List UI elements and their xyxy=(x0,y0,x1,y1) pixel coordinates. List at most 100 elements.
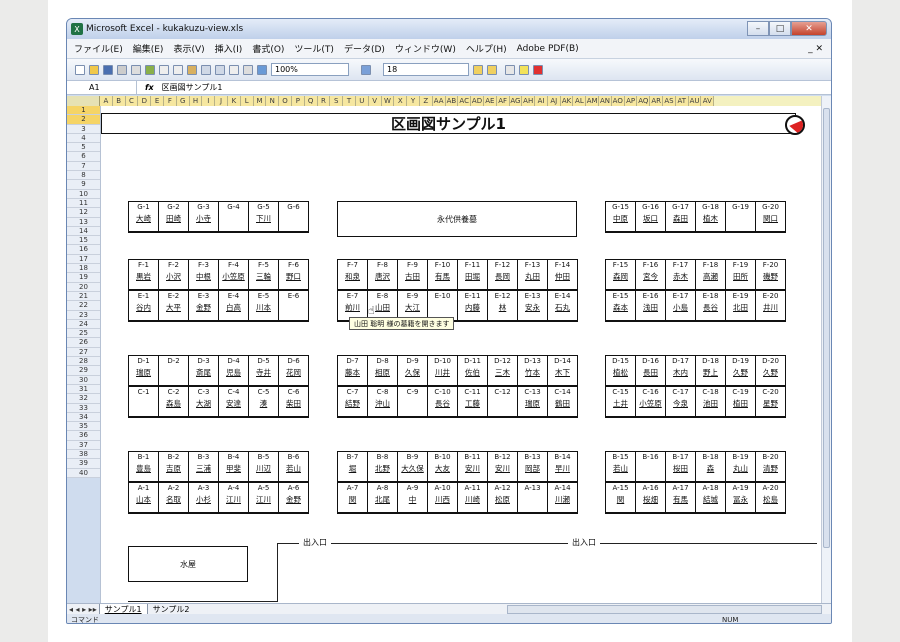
plot-cell[interactable]: G-19 xyxy=(726,202,756,232)
worksheet[interactable]: 区画図サンプル1 永代供養墓 水屋 出入口 出入口 G-1 大崎 G-2 田崎 G-3 小… xyxy=(100,106,821,603)
plot-owner-link[interactable]: 黒岩 xyxy=(136,271,151,282)
tab-sample1[interactable]: サンプル1 xyxy=(98,603,147,615)
plot-owner-link[interactable]: 北野 xyxy=(375,463,390,474)
row-header[interactable]: 32 xyxy=(67,394,100,404)
column-header[interactable]: AN xyxy=(599,96,612,106)
plot-cell[interactable]: E-20 井川 xyxy=(756,291,786,321)
row-header[interactable]: 36 xyxy=(67,431,100,441)
plot-cell[interactable]: G-6 xyxy=(279,202,309,232)
plot-owner-link[interactable]: 高瀬 xyxy=(703,271,718,282)
plot-cell[interactable]: D-4 児島 xyxy=(219,356,249,386)
plot-owner-link[interactable]: 藤本 xyxy=(345,367,360,378)
plot-owner-link[interactable]: 豊島 xyxy=(136,463,151,474)
plot-cell[interactable]: G-3 小寺 xyxy=(189,202,219,232)
plot-cell[interactable]: C-19 植田 xyxy=(726,387,756,417)
menu-file[interactable]: ファイル(E) xyxy=(69,42,128,55)
plot-owner-link[interactable]: 野口 xyxy=(286,271,301,282)
spelling-icon[interactable] xyxy=(145,64,155,75)
plot-owner-link[interactable]: 川瀬 xyxy=(555,494,570,505)
plot-cell[interactable]: D-7 藤本 xyxy=(338,356,368,386)
plot-cell[interactable]: D-10 川井 xyxy=(428,356,458,386)
plot-cell[interactable]: D-2 xyxy=(159,356,189,386)
plot-owner-link[interactable]: 内藤 xyxy=(465,302,480,313)
plot-cell[interactable]: G-20 関口 xyxy=(756,202,786,232)
plot-owner-link[interactable]: 清野 xyxy=(763,463,778,474)
menu-insert[interactable]: 挿入(I) xyxy=(210,42,248,55)
plot-cell[interactable]: C-1 xyxy=(129,387,159,417)
plot-owner-link[interactable]: 中根 xyxy=(196,271,211,282)
chart-icon[interactable] xyxy=(257,64,267,75)
column-header[interactable]: L xyxy=(240,96,254,106)
column-header[interactable]: AS xyxy=(663,96,676,106)
bold-icon[interactable] xyxy=(473,64,483,75)
plot-owner-link[interactable]: 堀 xyxy=(349,463,357,474)
row-header[interactable]: 4 xyxy=(67,134,100,144)
plot-cell[interactable]: C-3 大湖 xyxy=(189,387,219,417)
row-header[interactable]: 37 xyxy=(67,441,100,450)
row-header[interactable]: 3 xyxy=(67,125,100,134)
plot-cell[interactable]: F-9 古田 xyxy=(398,260,428,290)
redo-icon[interactable] xyxy=(215,64,225,75)
plot-cell[interactable]: B-7 堀 xyxy=(338,452,368,482)
plot-cell[interactable]: B-16 xyxy=(636,452,666,482)
plot-cell[interactable]: A-18 結城 xyxy=(696,483,726,513)
plot-owner-link[interactable]: 名取 xyxy=(166,494,181,505)
column-header[interactable]: AU xyxy=(688,96,702,106)
plot-owner-link[interactable]: 植木 xyxy=(703,213,718,224)
plot-owner-link[interactable]: 児島 xyxy=(226,367,241,378)
plot-cell[interactable]: B-17 桜田 xyxy=(666,452,696,482)
plot-cell[interactable]: C-18 池田 xyxy=(696,387,726,417)
plot-cell[interactable]: F-16 宮今 xyxy=(636,260,666,290)
plot-cell[interactable]: A-7 関 xyxy=(338,483,368,513)
plot-owner-link[interactable]: 安達 xyxy=(226,398,241,409)
row-header[interactable]: 19 xyxy=(67,273,100,283)
plot-owner-link[interactable]: 長田 xyxy=(643,367,658,378)
column-header[interactable]: R xyxy=(317,96,331,106)
plot-cell[interactable]: B-10 大友 xyxy=(428,452,458,482)
plot-cell[interactable]: E-11 内藤 xyxy=(458,291,488,321)
plot-cell[interactable]: B-14 早川 xyxy=(548,452,578,482)
plot-cell[interactable]: F-20 磯野 xyxy=(756,260,786,290)
plot-cell[interactable]: A-14 川瀬 xyxy=(548,483,578,513)
row-header[interactable]: 9 xyxy=(67,180,100,190)
plot-cell[interactable]: F-19 田所 xyxy=(726,260,756,290)
plot-cell[interactable]: F-13 丸田 xyxy=(518,260,548,290)
plot-owner-link[interactable]: 金野 xyxy=(196,302,211,313)
plot-cell[interactable]: E-6 xyxy=(279,291,309,321)
plot-cell[interactable]: F-8 唐沢 xyxy=(368,260,398,290)
plot-cell[interactable]: C-9 xyxy=(398,387,428,417)
column-header[interactable]: X xyxy=(394,96,408,106)
plot-cell[interactable]: G-2 田崎 xyxy=(159,202,189,232)
plot-cell[interactable]: D-3 斎尾 xyxy=(189,356,219,386)
plot-owner-link[interactable]: 大湖 xyxy=(196,398,211,409)
plot-cell[interactable]: E-18 長谷 xyxy=(696,291,726,321)
scroll-thumb[interactable] xyxy=(823,108,830,548)
plot-owner-link[interactable]: 柴田 xyxy=(286,398,301,409)
plot-cell[interactable]: B-18 森 xyxy=(696,452,726,482)
row-header[interactable]: 15 xyxy=(67,236,100,246)
plot-owner-link[interactable]: 仲田 xyxy=(555,271,570,282)
plot-cell[interactable]: E-19 北田 xyxy=(726,291,756,321)
row-header[interactable]: 33 xyxy=(67,404,100,413)
column-header[interactable]: AL xyxy=(573,96,587,106)
menu-view[interactable]: 表示(V) xyxy=(168,42,209,55)
plot-owner-link[interactable]: 結野 xyxy=(345,398,360,409)
plot-cell[interactable]: E-16 浅田 xyxy=(636,291,666,321)
plot-owner-link[interactable]: 和泉 xyxy=(345,271,360,282)
plot-cell[interactable]: A-17 有馬 xyxy=(666,483,696,513)
plot-cell[interactable]: B-2 吉原 xyxy=(159,452,189,482)
plot-owner-link[interactable]: 安永 xyxy=(525,302,540,313)
plot-owner-link[interactable]: 中 xyxy=(409,494,417,505)
plot-cell[interactable]: F-6 野口 xyxy=(279,260,309,290)
column-header[interactable]: AE xyxy=(483,96,497,106)
plot-cell[interactable]: B-15 若山 xyxy=(606,452,636,482)
row-header[interactable]: 26 xyxy=(67,338,100,348)
column-header[interactable]: AK xyxy=(560,96,574,106)
plot-cell[interactable]: F-5 三輪 xyxy=(249,260,279,290)
plot-owner-link[interactable]: 大久保 xyxy=(401,463,424,474)
plot-cell[interactable]: D-15 植松 xyxy=(606,356,636,386)
column-header[interactable]: AJ xyxy=(547,96,561,106)
plot-owner-link[interactable]: 三木 xyxy=(495,367,510,378)
plot-cell[interactable]: C-7 結野 xyxy=(338,387,368,417)
plot-cell[interactable]: E-3 金野 xyxy=(189,291,219,321)
